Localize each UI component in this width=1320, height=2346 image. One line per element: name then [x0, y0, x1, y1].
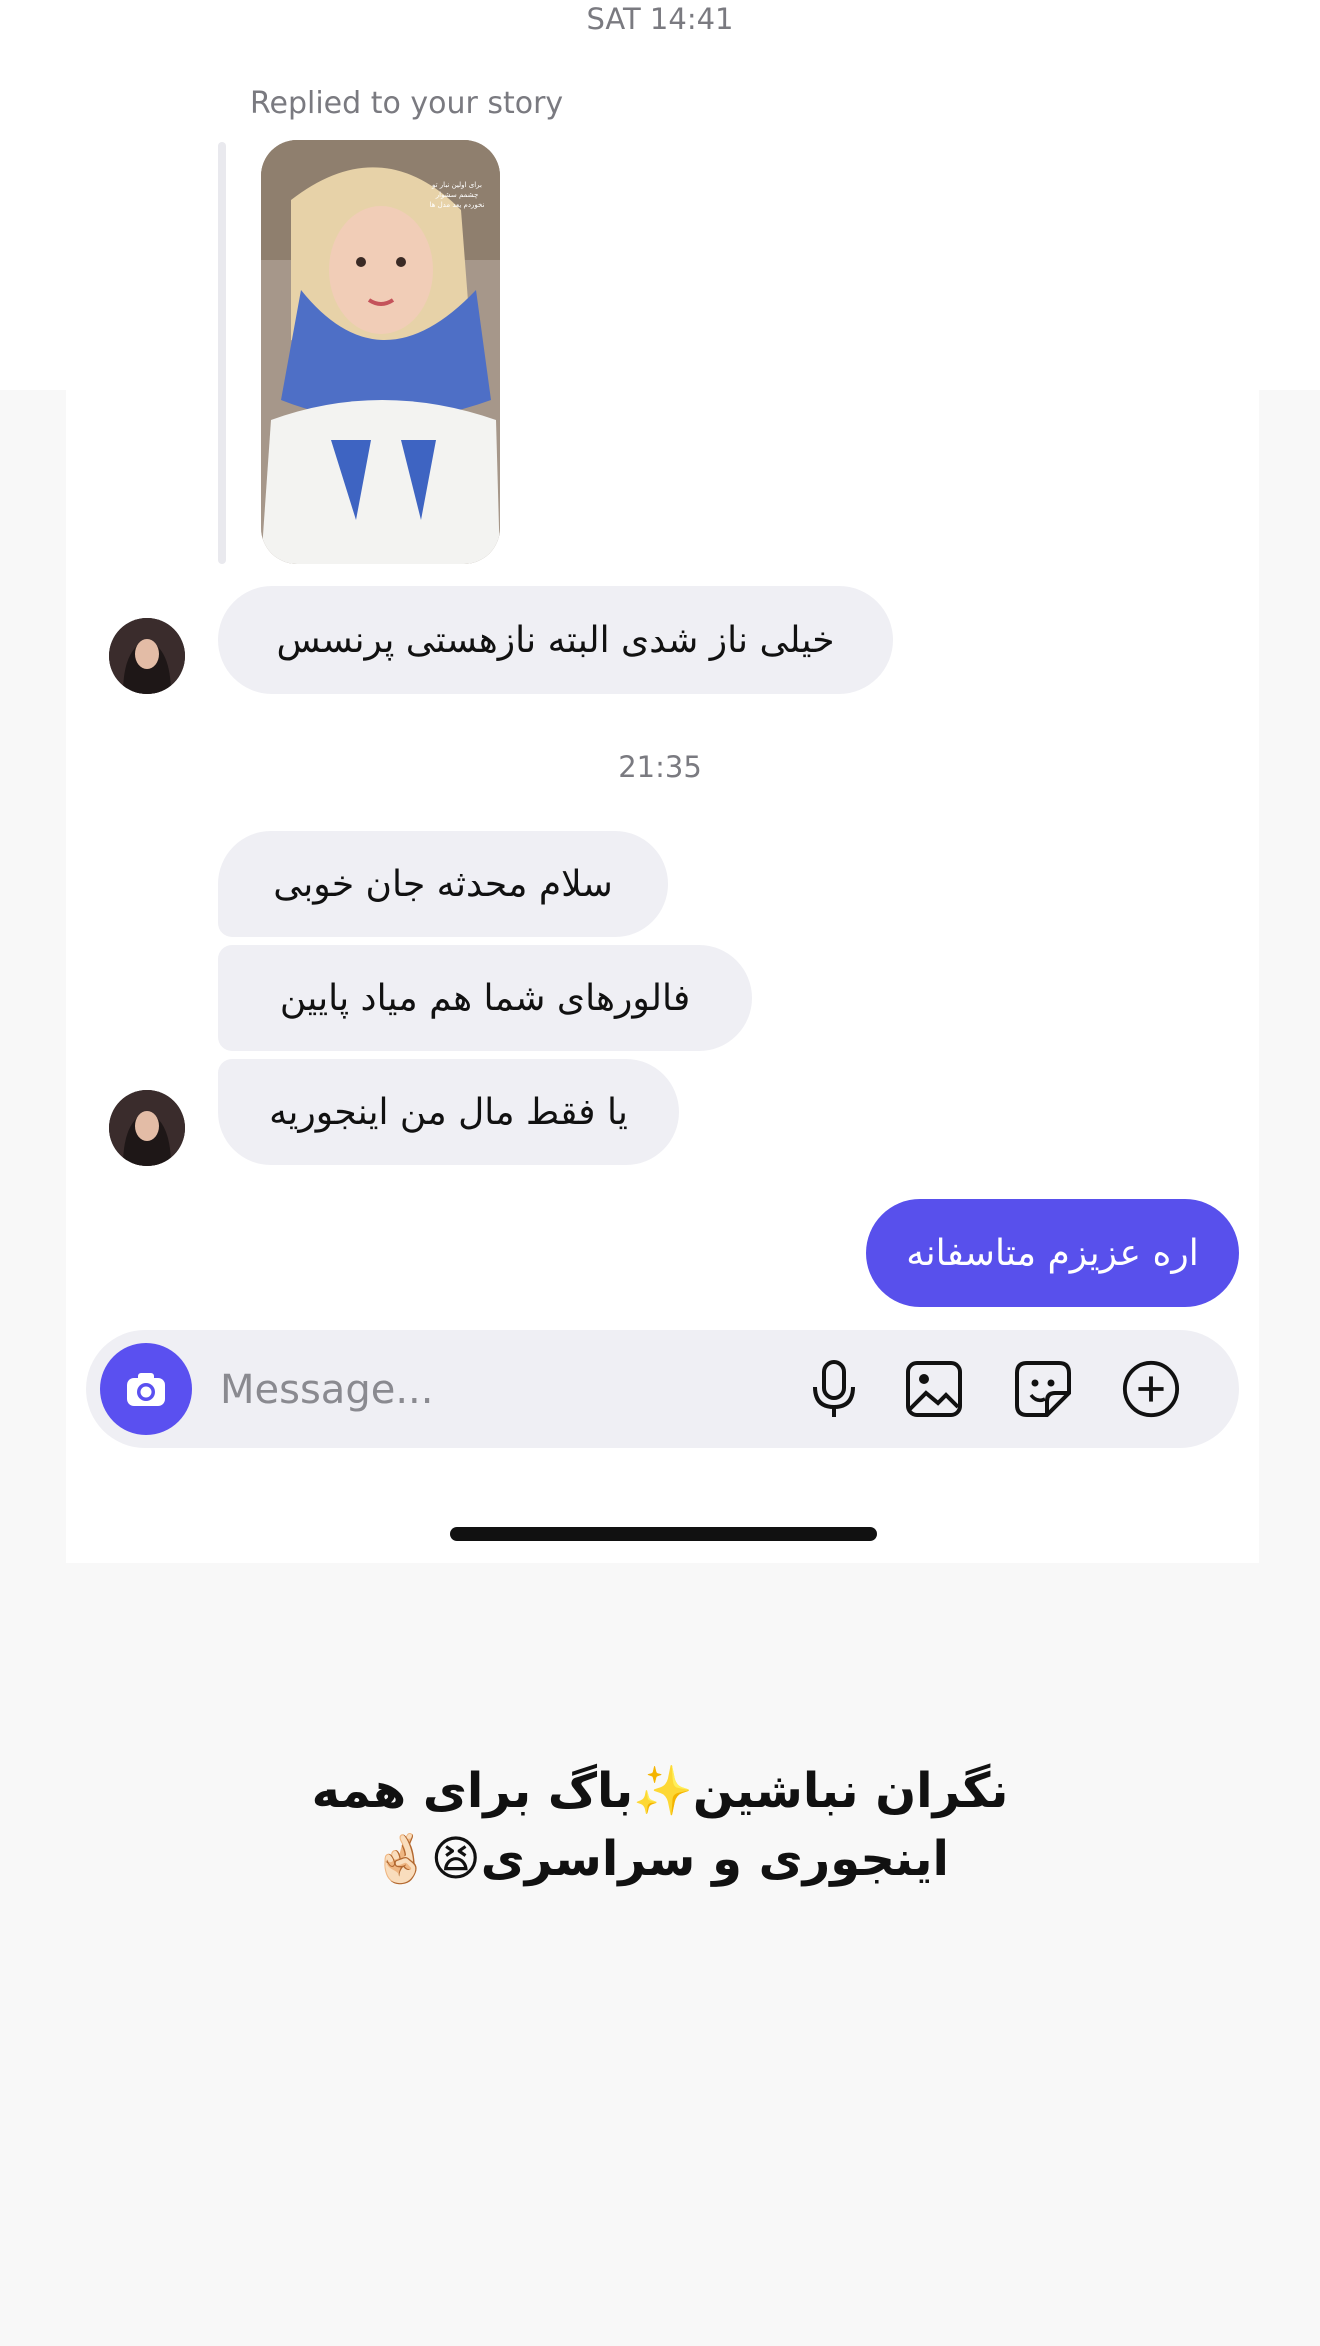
message-bubble-incoming[interactable]: خیلی ناز شدی البته نازهستی پرنسس	[218, 586, 893, 694]
gallery-icon	[906, 1361, 962, 1417]
sticker-icon	[1015, 1361, 1071, 1417]
story-overlay-text: برای اولین نبار تو چشمم سشوار نخوردم یعد…	[429, 181, 485, 209]
add-button[interactable]	[1121, 1359, 1181, 1419]
caption-text: اینجوری و سراسری	[480, 1831, 950, 1887]
avatar-image	[109, 618, 185, 694]
sparkles-icon: ✨	[633, 1763, 693, 1819]
avatar[interactable]	[109, 1090, 185, 1166]
message-bubble-incoming[interactable]: سلام محدثه جان خوبی	[218, 831, 668, 937]
microphone-button[interactable]	[804, 1359, 864, 1419]
timestamp-mid: 21:35	[618, 750, 702, 784]
gallery-button[interactable]	[904, 1359, 964, 1419]
message-input[interactable]	[218, 1356, 722, 1424]
camera-icon	[127, 1373, 165, 1406]
caption-line-2: اینجوری و سراسری😫🤞🏻	[0, 1830, 1320, 1887]
top-area	[0, 0, 1320, 390]
avatar-image	[109, 1090, 185, 1166]
message-bubble-outgoing[interactable]: اره عزیزم متاسفانه	[866, 1199, 1239, 1307]
message-composer	[86, 1330, 1239, 1448]
caption-emoji: 😫🤞🏻	[370, 1831, 481, 1887]
reply-quote-bar	[218, 142, 226, 564]
sticker-button[interactable]	[1013, 1359, 1073, 1419]
story-thumbnail[interactable]: برای اولین نبار تو چشمم سشوار نخوردم یعد…	[261, 140, 500, 564]
replied-to-story-label: Replied to your story	[250, 86, 564, 121]
home-indicator	[450, 1527, 877, 1541]
caption-line-1: نگران نباشین✨باگ برای همه	[0, 1762, 1320, 1819]
avatar[interactable]	[109, 618, 185, 694]
caption-text: باگ برای همه	[311, 1763, 634, 1819]
message-bubble-incoming[interactable]: فالورهای شما هم میاد پایین	[218, 945, 752, 1051]
message-bubble-incoming[interactable]: یا فقط مال من اینجوریه	[218, 1059, 679, 1165]
timestamp-top: SAT 14:41	[586, 2, 734, 36]
microphone-icon	[813, 1360, 855, 1417]
caption-text: نگران نباشین	[692, 1763, 1009, 1819]
camera-button[interactable]	[100, 1343, 192, 1435]
add-icon	[1122, 1360, 1180, 1418]
